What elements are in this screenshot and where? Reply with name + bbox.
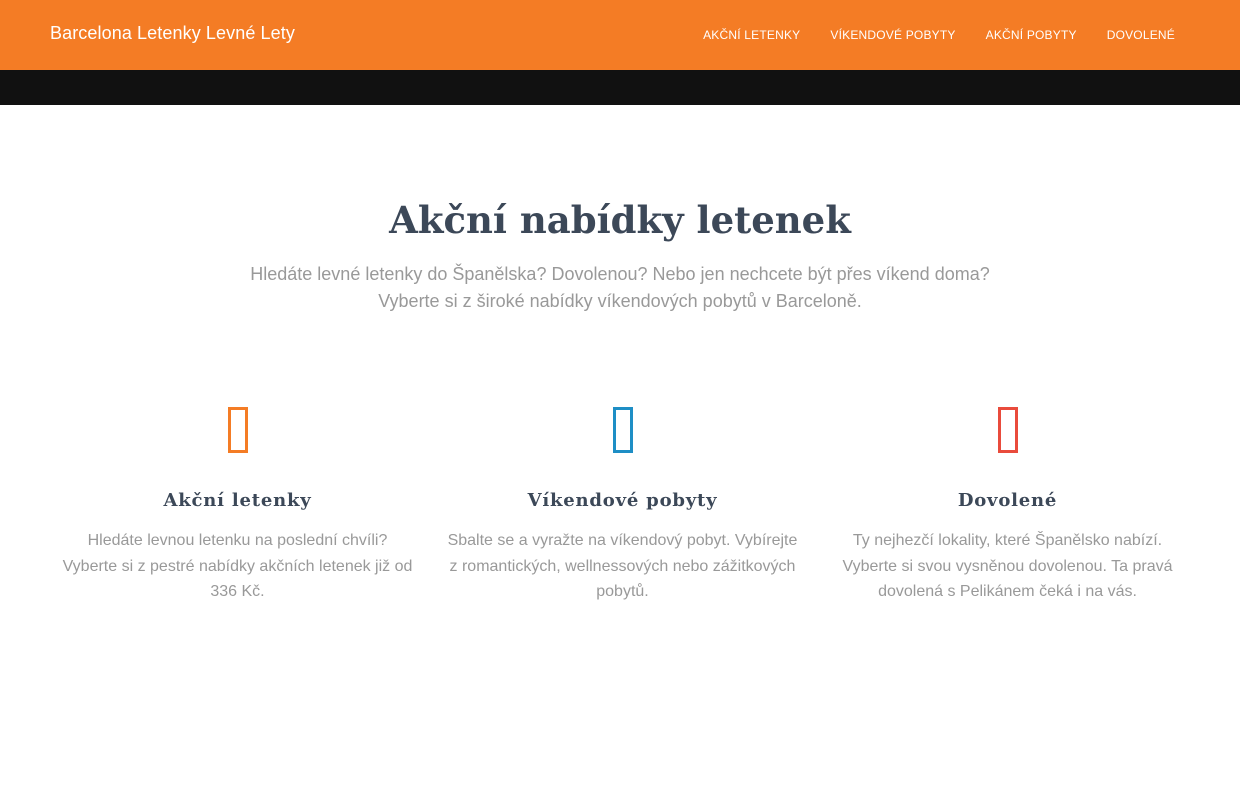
feature-title: Dovolené <box>957 490 1058 511</box>
calendar-icon <box>445 395 800 465</box>
feature-text: Hledáte levnou letenku na poslední chvíl… <box>62 532 413 601</box>
feature-vikendove-pobyty: Víkendové pobyty Sbalte se a vyražte na … <box>430 395 815 605</box>
features-row: Akční letenky Hledáte levnou letenku na … <box>45 395 1200 605</box>
nav-item-vikendove-pobyty[interactable]: Víkendové pobyty <box>830 28 955 42</box>
subtitle-line-2: Vyberte si z široké nabídky víkendových … <box>378 291 862 311</box>
nav-item-akcni-letenky[interactable]: Akční letenky <box>703 28 800 42</box>
section-subtitle: Hledáte levné letenky do Španělska? Dovo… <box>240 261 1000 315</box>
feature-akcni-letenky: Akční letenky Hledáte levnou letenku na … <box>45 395 430 605</box>
feature-text: Sbalte se a vyražte na víkendový pobyt. … <box>447 532 798 601</box>
feature-dovolene: Dovolené Ty nejhezčí lokality, které Špa… <box>815 395 1200 605</box>
subtitle-line-1: Hledáte levné letenky do Španělska? Dovo… <box>250 264 990 284</box>
feature-title: Akční letenky <box>163 490 312 511</box>
nav-item-dovolene[interactable]: Dovolené <box>1107 28 1175 42</box>
site-brand-link[interactable]: Barcelona Letenky Levné Lety <box>50 23 295 44</box>
main-nav: Akční letenky Víkendové pobyty Akční pob… <box>673 28 1175 42</box>
feature-title: Víkendové pobyty <box>527 490 718 511</box>
nav-item-akcni-pobyty[interactable]: Akční pobyty <box>986 28 1077 42</box>
sun-icon <box>830 395 1185 465</box>
top-navbar: Barcelona Letenky Levné Lety Akční leten… <box>0 0 1240 70</box>
hero-band <box>0 70 1240 105</box>
feature-text: Ty nejhezčí lokality, které Španělsko na… <box>842 532 1173 601</box>
offers-section: Akční nabídky letenek Hledáte levné lete… <box>0 105 1240 800</box>
airplane-icon <box>60 395 415 465</box>
section-title: Akční nabídky letenek <box>389 198 851 242</box>
